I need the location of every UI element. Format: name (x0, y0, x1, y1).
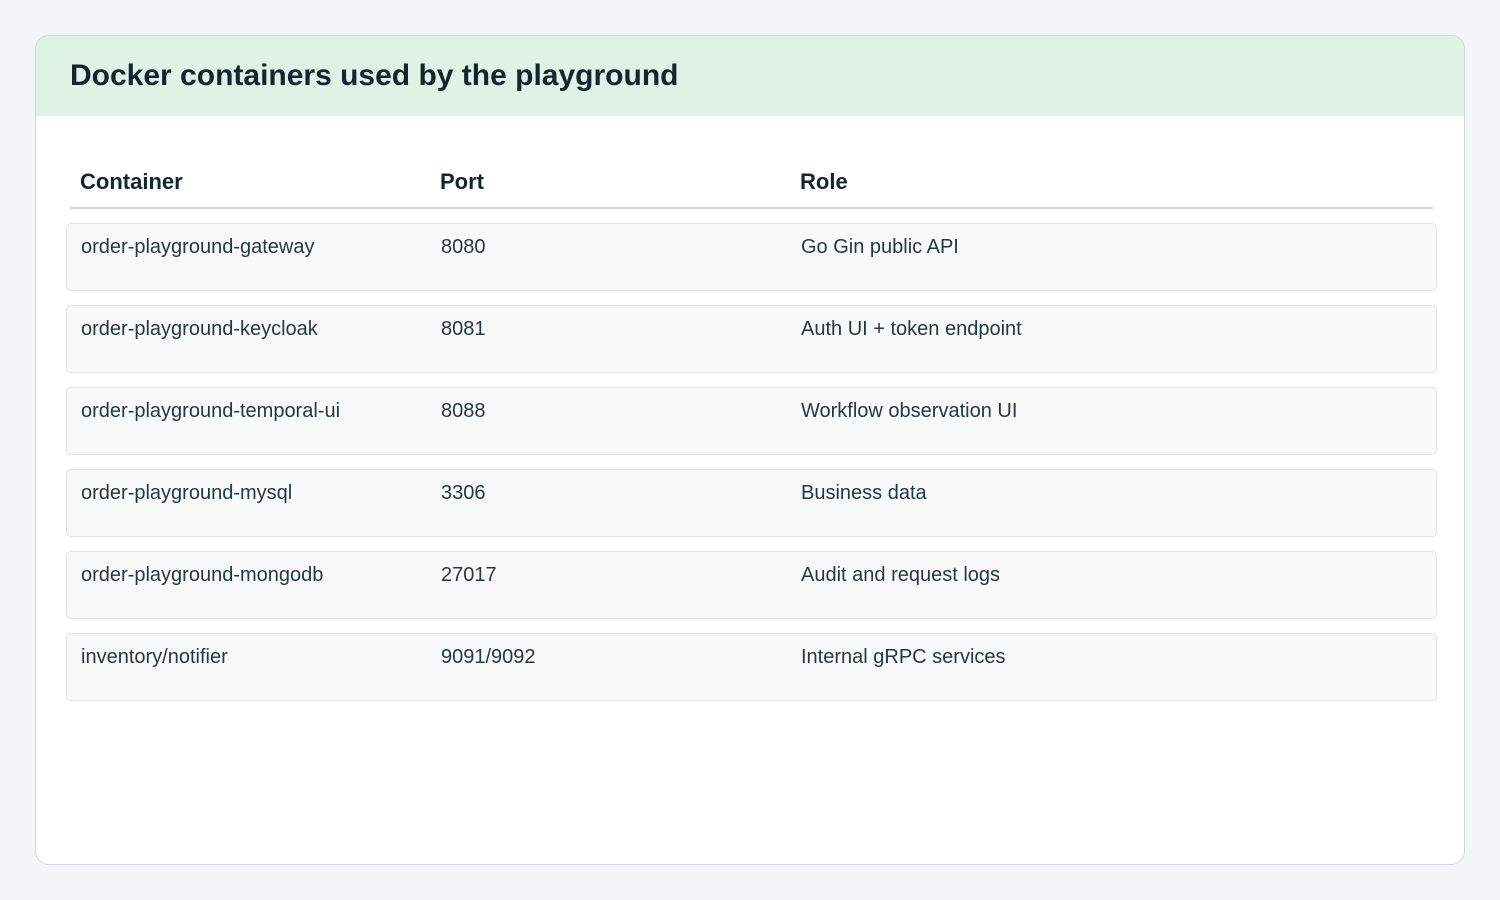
panel-header: Docker containers used by the playground (36, 36, 1464, 116)
column-header-port: Port (440, 169, 484, 194)
cell-role: Go Gin public API (801, 236, 959, 258)
cell-role: Workflow observation UI (801, 400, 1018, 422)
table-row: order-playground-mongodb 27017 Audit and… (66, 551, 1437, 619)
column-header-role: Role (800, 169, 848, 194)
cell-container: order-playground-mongodb (81, 564, 324, 586)
cell-port: 8088 (441, 400, 486, 422)
table-row: order-playground-mysql 3306 Business dat… (66, 469, 1437, 537)
column-header-container: Container (80, 169, 183, 194)
cell-port: 8080 (441, 236, 486, 258)
table-header: Container Port Role (70, 158, 1433, 209)
cell-role: Internal gRPC services (801, 646, 1006, 668)
cell-role: Auth UI + token endpoint (801, 318, 1022, 340)
cell-container: order-playground-mysql (81, 482, 293, 504)
cell-port: 9091/9092 (441, 646, 536, 668)
cell-container: inventory/notifier (81, 646, 228, 668)
cell-container: order-playground-keycloak (81, 318, 318, 340)
table-body: order-playground-gateway 8080 Go Gin pub… (66, 223, 1437, 701)
cell-role: Audit and request logs (801, 564, 1001, 586)
table-row: order-playground-gateway 8080 Go Gin pub… (66, 223, 1437, 291)
cell-container: order-playground-gateway (81, 236, 315, 258)
containers-panel: Docker containers used by the playground… (35, 35, 1465, 865)
table-row: inventory/notifier 9091/9092 Internal gR… (66, 633, 1437, 701)
table-row: order-playground-keycloak 8081 Auth UI +… (66, 305, 1437, 373)
page-title: Docker containers used by the playground (70, 59, 679, 92)
cell-port: 8081 (441, 318, 486, 340)
cell-port: 27017 (441, 564, 497, 586)
cell-role: Business data (801, 482, 927, 504)
cell-port: 3306 (441, 482, 486, 504)
table-row: order-playground-temporal-ui 8088 Workfl… (66, 387, 1437, 455)
cell-container: order-playground-temporal-ui (81, 400, 341, 422)
containers-table: Container Port Role order-playground-gat… (66, 158, 1437, 715)
